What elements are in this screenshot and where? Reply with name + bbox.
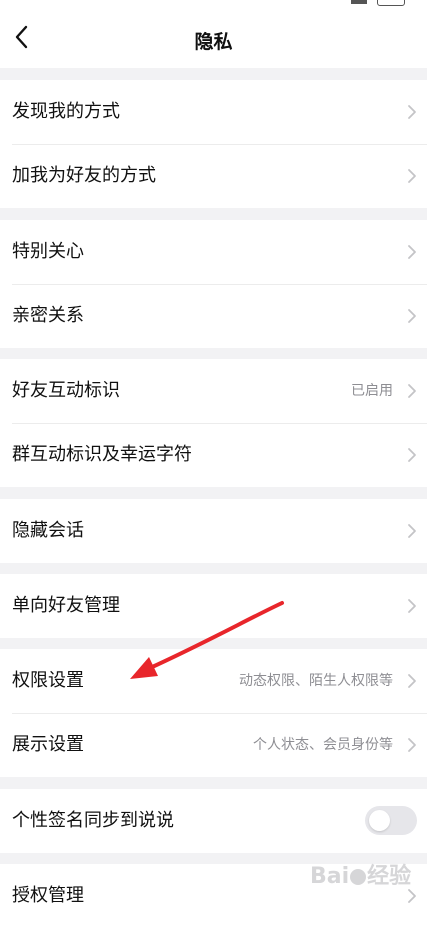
chevron-right-icon bbox=[408, 524, 416, 538]
display-settings-row[interactable]: 展示设置 个人状态、会员身份等 bbox=[0, 713, 427, 777]
chevron-right-icon bbox=[408, 105, 416, 119]
signature-sync-row: 个性签名同步到说说 bbox=[0, 789, 427, 853]
settings-group: 好友互动标识 已启用 群互动标识及幸运字符 bbox=[0, 359, 427, 487]
row-label: 加我为好友的方式 bbox=[12, 165, 156, 186]
row-label: 隐藏会话 bbox=[12, 520, 84, 541]
row-label: 发现我的方式 bbox=[12, 101, 120, 122]
chevron-right-icon bbox=[408, 738, 416, 752]
one-way-friends-row[interactable]: 单向好友管理 bbox=[0, 574, 427, 638]
row-label: 特别关心 bbox=[12, 241, 84, 262]
chevron-right-icon bbox=[408, 245, 416, 259]
row-label: 亲密关系 bbox=[12, 305, 84, 326]
row-label: 授权管理 bbox=[12, 885, 84, 906]
row-label: 好友互动标识 bbox=[12, 380, 120, 401]
row-value: 个人状态、会员身份等 bbox=[253, 737, 393, 753]
watermark-text-left: Bai bbox=[310, 864, 350, 889]
row-label: 权限设置 bbox=[12, 670, 84, 691]
chevron-right-icon bbox=[408, 889, 416, 903]
chevron-right-icon bbox=[408, 309, 416, 323]
signature-sync-toggle[interactable] bbox=[365, 806, 417, 835]
chevron-right-icon bbox=[408, 674, 416, 688]
status-bar bbox=[0, 0, 427, 10]
row-label: 展示设置 bbox=[12, 734, 84, 755]
watermark-text-right: 经验 bbox=[367, 864, 412, 889]
settings-group: 隐藏会话 bbox=[0, 499, 427, 563]
group-interaction-mark-row[interactable]: 群互动标识及幸运字符 bbox=[0, 423, 427, 487]
chevron-right-icon bbox=[408, 169, 416, 183]
special-care-row[interactable]: 特别关心 bbox=[0, 220, 427, 284]
row-label: 群互动标识及幸运字符 bbox=[12, 444, 192, 465]
settings-group: 特别关心 亲密关系 bbox=[0, 220, 427, 348]
settings-group: 权限设置 动态权限、陌生人权限等 展示设置 个人状态、会员身份等 bbox=[0, 649, 427, 777]
friend-interaction-mark-row[interactable]: 好友互动标识 已启用 bbox=[0, 359, 427, 423]
signal-icon bbox=[351, 0, 367, 4]
add-friend-method-row[interactable]: 加我为好友的方式 bbox=[0, 144, 427, 208]
discover-me-row[interactable]: 发现我的方式 bbox=[0, 80, 427, 144]
settings-group: 个性签名同步到说说 bbox=[0, 789, 427, 853]
row-label: 单向好友管理 bbox=[12, 595, 120, 616]
chevron-right-icon bbox=[408, 599, 416, 613]
intimate-relation-row[interactable]: 亲密关系 bbox=[0, 284, 427, 348]
row-label: 个性签名同步到说说 bbox=[12, 810, 174, 831]
nav-bar: 隐私 bbox=[0, 10, 427, 68]
paw-icon bbox=[350, 869, 367, 885]
chevron-right-icon bbox=[408, 448, 416, 462]
row-value: 已启用 bbox=[351, 383, 393, 399]
baidu-watermark: Bai 经验 bbox=[310, 858, 411, 890]
hidden-chats-row[interactable]: 隐藏会话 bbox=[0, 499, 427, 563]
page-title: 隐私 bbox=[194, 31, 233, 53]
toggle-knob bbox=[369, 810, 390, 831]
permission-settings-row[interactable]: 权限设置 动态权限、陌生人权限等 bbox=[0, 649, 427, 713]
settings-group: 单向好友管理 bbox=[0, 574, 427, 638]
row-value: 动态权限、陌生人权限等 bbox=[239, 673, 393, 689]
chevron-right-icon bbox=[408, 384, 416, 398]
battery-icon bbox=[377, 0, 405, 6]
settings-group: 发现我的方式 加我为好友的方式 bbox=[0, 80, 427, 208]
